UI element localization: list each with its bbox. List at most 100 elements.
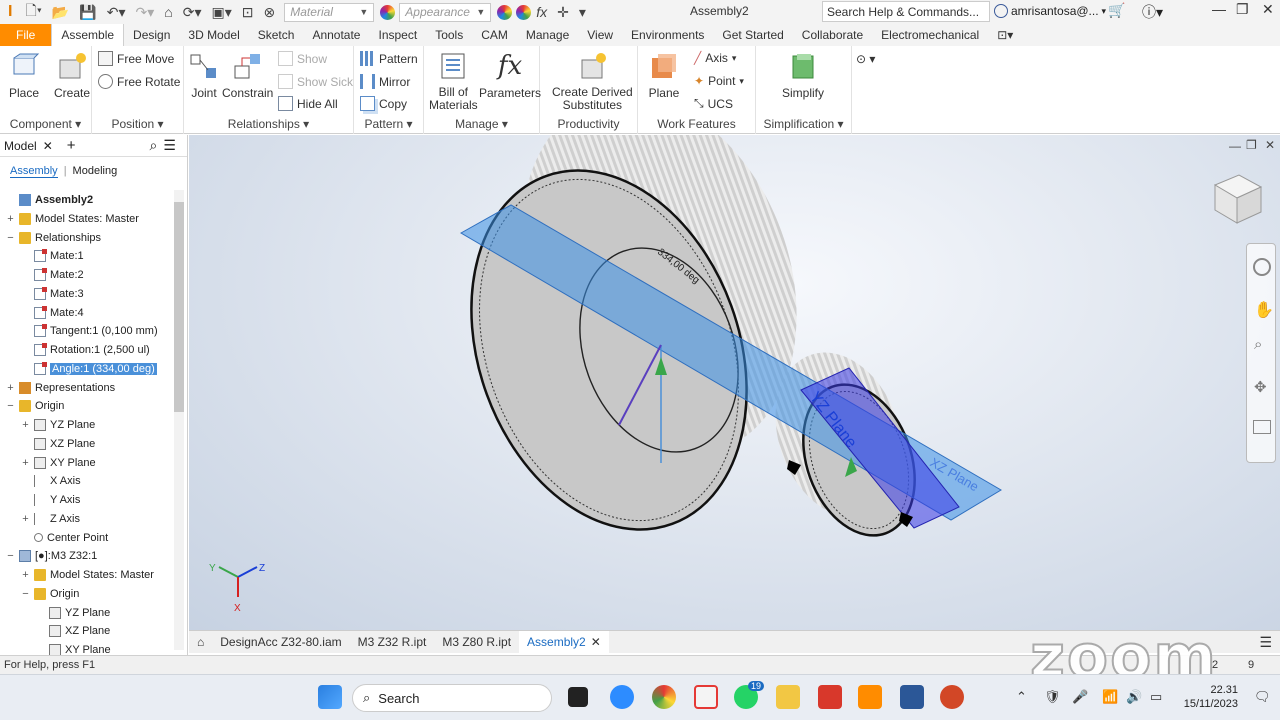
battery-icon[interactable]: ▭ [1150, 689, 1162, 705]
graphics-viewport[interactable]: 334,00 deg YZ Plane XZ Plane Y Z X — ❐ ✕… [189, 135, 1280, 630]
select-icon[interactable]: ▣▾ [207, 4, 237, 21]
expander-icon[interactable]: − [21, 588, 30, 600]
position-panel-label[interactable]: Position ▾ [92, 117, 183, 131]
tree-item[interactable]: + Model States: Master [21, 566, 154, 584]
appearance-adjust-icon[interactable] [497, 4, 513, 20]
doc-tab[interactable]: DesignAcc Z32-80.iam [212, 635, 349, 649]
plane-button[interactable]: Plane [648, 50, 680, 100]
pattern-panel-label[interactable]: Pattern ▾ [354, 117, 423, 131]
constrain-button[interactable]: Constrain [222, 50, 273, 100]
material-sphere-icon[interactable]: ⊗ [259, 4, 281, 21]
tab-cam[interactable]: CAM [472, 24, 517, 46]
bill-of-materials-button[interactable]: Bill of Materials [429, 50, 478, 112]
material-dropdown[interactable]: Material ▼ [284, 2, 375, 22]
customize-icon[interactable]: ▾ [574, 4, 591, 21]
doc-tab-active[interactable]: Assembly2 ✕ [519, 631, 609, 653]
search-input[interactable]: Search Help & Commands... [822, 1, 990, 22]
zoom-icon[interactable]: ⌕ [1254, 336, 1262, 353]
tree-item[interactable]: − Origin [21, 585, 79, 603]
snipping-tool-icon[interactable] [694, 685, 718, 709]
minimize-icon[interactable]: — [1212, 1, 1226, 17]
viewport-minimize-icon[interactable]: — [1229, 139, 1241, 153]
relationships-panel-label[interactable]: Relationships ▾ [184, 117, 353, 131]
show-button[interactable]: Show [278, 51, 327, 66]
tree-item[interactable]: Y Axis [21, 491, 80, 509]
create-derived-substitutes-button[interactable]: Create Derived Substitutes [552, 50, 633, 112]
mirror-button[interactable]: Mirror [360, 74, 410, 89]
open-folder-icon[interactable]: 📂 [47, 4, 74, 21]
tree-item[interactable]: Angle:1 (334,00 deg) [21, 360, 157, 378]
tree-item[interactable]: + Z Axis [21, 510, 80, 528]
ribbon-options-icon[interactable]: ⊡▾ [988, 24, 1022, 46]
help-icon[interactable]: ⓘ▾ [1142, 2, 1163, 22]
axis-button[interactable]: ╱ Axis ▾ [694, 51, 736, 65]
fx-icon[interactable]: fx [531, 4, 552, 20]
defender-icon[interactable]: 🛡 [1044, 689, 1061, 705]
expander-icon[interactable]: + [21, 419, 30, 431]
tree-item[interactable]: X Axis [21, 472, 81, 490]
simplify-button[interactable]: Simplify [782, 50, 824, 100]
cart-icon[interactable]: 🛒 [1108, 2, 1125, 19]
add-tab-icon[interactable]: + [67, 137, 76, 154]
tab-inspect[interactable]: Inspect [369, 24, 426, 46]
free-move-button[interactable]: Free Move [98, 51, 174, 66]
windows-start-icon[interactable] [318, 685, 342, 709]
viewport-maximize-icon[interactable]: ❐ [1246, 138, 1257, 152]
expander-icon[interactable]: − [6, 550, 15, 562]
new-file-icon[interactable]: 🗋▾ [20, 0, 46, 24]
notifications-icon[interactable]: 🗨 [1254, 689, 1271, 705]
tab-assemble[interactable]: Assemble [51, 24, 125, 46]
expander-icon[interactable]: + [21, 457, 30, 469]
chrome-icon[interactable] [652, 685, 676, 709]
point-button[interactable]: ✦ Point ▾ [694, 74, 744, 88]
microphone-icon[interactable]: 🎤 [1072, 689, 1088, 705]
tree-item[interactable]: Assembly2 [6, 191, 93, 209]
tab-sketch[interactable]: Sketch [249, 24, 304, 46]
close-icon[interactable]: ✕ [43, 139, 53, 153]
tree-item[interactable]: − Relationships [6, 229, 101, 247]
tree-item[interactable]: + YZ Plane [21, 416, 95, 434]
tree-item[interactable]: + XY Plane [21, 454, 96, 472]
expander-icon[interactable]: + [6, 213, 15, 225]
inventor-logo-icon[interactable]: I [0, 3, 20, 21]
close-icon[interactable]: ✕ [1262, 1, 1274, 18]
hide-all-button[interactable]: Hide All [278, 96, 338, 111]
search-icon[interactable]: ⌕ [150, 137, 158, 154]
simplification-panel-label[interactable]: Simplification ▾ [756, 117, 851, 131]
doc-tabs-menu-icon[interactable]: ☰ [1251, 634, 1280, 651]
tree-item[interactable]: + Model States: Master [6, 210, 139, 228]
update-icon[interactable]: ⟳▾ [178, 4, 207, 21]
taskbar-search[interactable]: ⌕ Search [352, 684, 552, 712]
tree-item[interactable]: Center Point [21, 529, 108, 547]
home-tab-icon[interactable]: ⌂ [189, 635, 212, 649]
viewport-close-icon[interactable]: ✕ [1265, 138, 1275, 152]
word-icon[interactable] [900, 685, 924, 709]
doc-tab[interactable]: M3 Z32 R.ipt [350, 635, 435, 649]
tree-item[interactable]: Mate:2 [21, 266, 84, 284]
tree-item[interactable]: Mate:4 [21, 304, 84, 322]
tree-item[interactable]: Tangent:1 (0,100 mm) [21, 322, 158, 340]
menu-icon[interactable]: ☰ [163, 137, 176, 154]
chevron-up-icon[interactable]: ⌃ [1016, 689, 1027, 705]
browser-scrollbar-thumb[interactable] [174, 202, 184, 412]
ribbon-extra-dropdown[interactable]: ⊙ ▾ [856, 52, 875, 66]
inventor-taskbar-icon[interactable] [858, 685, 882, 709]
appearance-dropdown[interactable]: Appearance ▼ [399, 2, 492, 22]
task-view-icon[interactable] [568, 687, 588, 707]
tab-manage[interactable]: Manage [517, 24, 578, 46]
wifi-icon[interactable]: 📶 [1102, 689, 1118, 705]
tree-item[interactable]: Mate:1 [21, 247, 84, 265]
tree-item[interactable]: − Origin [6, 397, 64, 415]
file-explorer-icon[interactable] [776, 685, 800, 709]
viewcube[interactable] [1213, 174, 1263, 224]
pattern-button[interactable]: Pattern [360, 51, 418, 66]
parameters-button[interactable]: fx Parameters [479, 50, 541, 100]
tree-item[interactable]: XZ Plane [36, 622, 110, 640]
expander-icon[interactable]: − [6, 400, 15, 412]
plus-icon[interactable]: ✛ [552, 4, 574, 21]
subtab-assembly[interactable]: Assembly [10, 165, 58, 178]
joint-button[interactable]: Joint [188, 50, 220, 100]
save-icon[interactable]: 💾 [74, 4, 101, 21]
tree-item[interactable]: Rotation:1 (2,500 ul) [21, 341, 150, 359]
expander-icon[interactable]: + [21, 513, 30, 525]
